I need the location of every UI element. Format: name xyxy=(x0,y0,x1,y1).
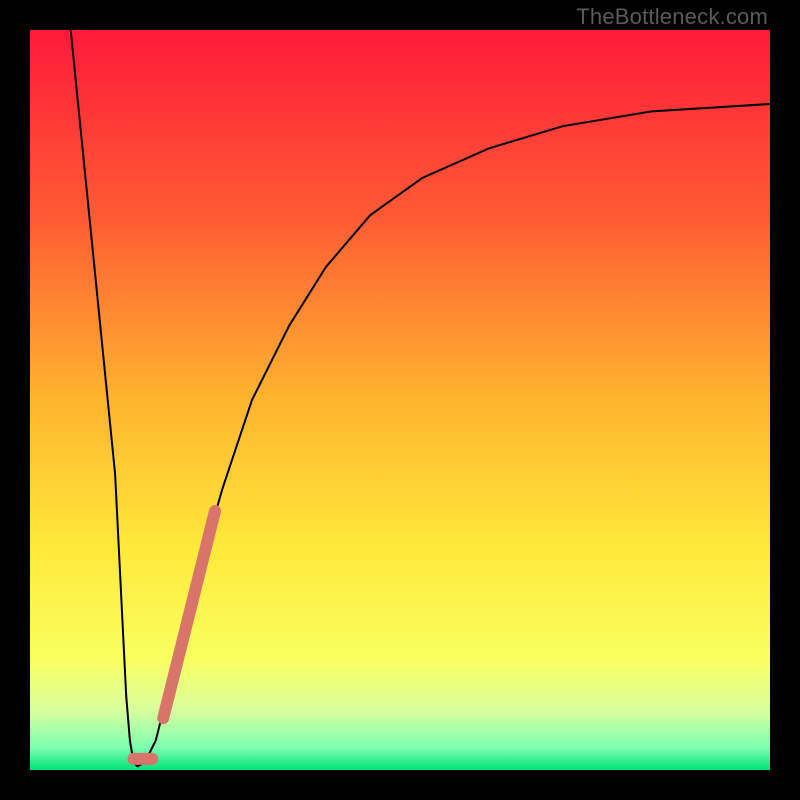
plot-area xyxy=(30,30,770,770)
chart-curves xyxy=(30,30,770,770)
series-highlight-long xyxy=(163,511,215,718)
watermark-text: TheBottleneck.com xyxy=(576,4,768,30)
chart-frame: TheBottleneck.com xyxy=(0,0,800,800)
